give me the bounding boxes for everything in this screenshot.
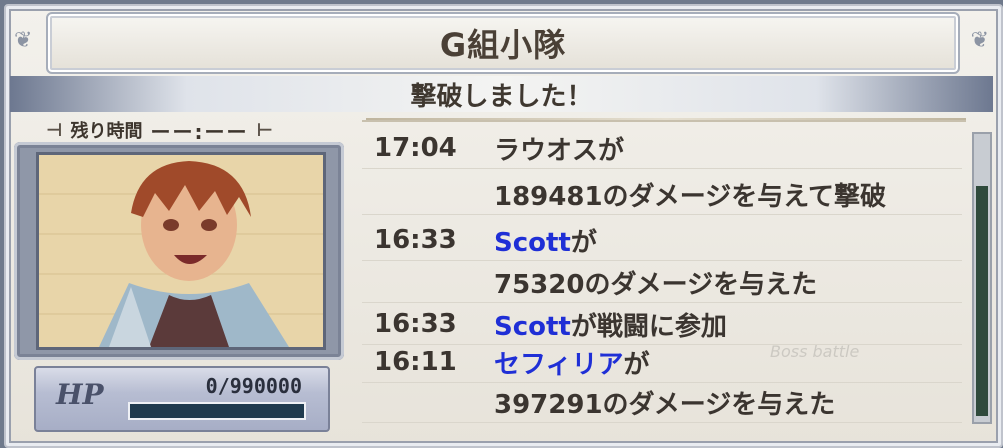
squad-title-bar: G組小隊: [46, 12, 960, 74]
log-row: 16:33 Scottが戦闘に参加: [362, 304, 962, 345]
log-message: Scottが戦闘に参加: [494, 306, 962, 343]
log-message: Scottが: [494, 222, 962, 259]
player-name[interactable]: Scott: [494, 228, 571, 258]
log-time: 16:33: [374, 225, 457, 255]
status-message: 撃破しました！: [410, 81, 593, 112]
log-row: 189481のダメージを与えて撃破: [362, 174, 962, 215]
player-name[interactable]: セフィリア: [494, 350, 623, 380]
remaining-time-value: ーー:ーー: [150, 119, 249, 144]
status-banner: 撃破しました！: [10, 76, 993, 112]
boss-portrait: [36, 152, 326, 350]
log-time: 16:11: [374, 347, 457, 377]
log-message-tail: が戦闘に参加: [570, 311, 727, 342]
hp-label: HP: [56, 378, 104, 411]
player-name[interactable]: Scott: [494, 312, 571, 342]
log-time: 17:04: [374, 133, 457, 163]
remaining-time: ⊣ 残り時間 ーー:ーー ⊢: [46, 116, 316, 144]
stamp-text: Boss battle: [770, 342, 860, 361]
log-row: 16:33 Scottが: [362, 220, 962, 261]
log-row: 17:04 ラウオスが: [362, 128, 962, 169]
ornament-left-icon: ❦: [14, 28, 33, 53]
log-message: ラウオスが: [494, 135, 625, 166]
hp-value: 0/990000: [205, 374, 302, 398]
ornament-right-icon: ❦: [970, 28, 989, 53]
log-time: 16:33: [374, 309, 457, 339]
log-row: 75320のダメージを与えた: [362, 262, 962, 303]
log-message-tail: が: [570, 227, 597, 258]
remaining-time-label: 残り時間: [70, 121, 143, 142]
boss-battle-stamp: Boss battle: [770, 342, 980, 422]
tick-right-icon: ⊢: [256, 119, 273, 141]
tick-left-icon: ⊣: [46, 119, 63, 141]
squad-title: G組小隊: [439, 26, 567, 64]
log-message-tail: が: [623, 349, 650, 380]
hp-bar-track: [128, 402, 306, 420]
log-message: 189481のダメージを与えて撃破: [494, 181, 886, 212]
hp-gauge: HP 0/990000: [34, 366, 330, 432]
log-message: 75320のダメージを与えた: [494, 269, 818, 300]
character-portrait-icon: [99, 161, 289, 347]
